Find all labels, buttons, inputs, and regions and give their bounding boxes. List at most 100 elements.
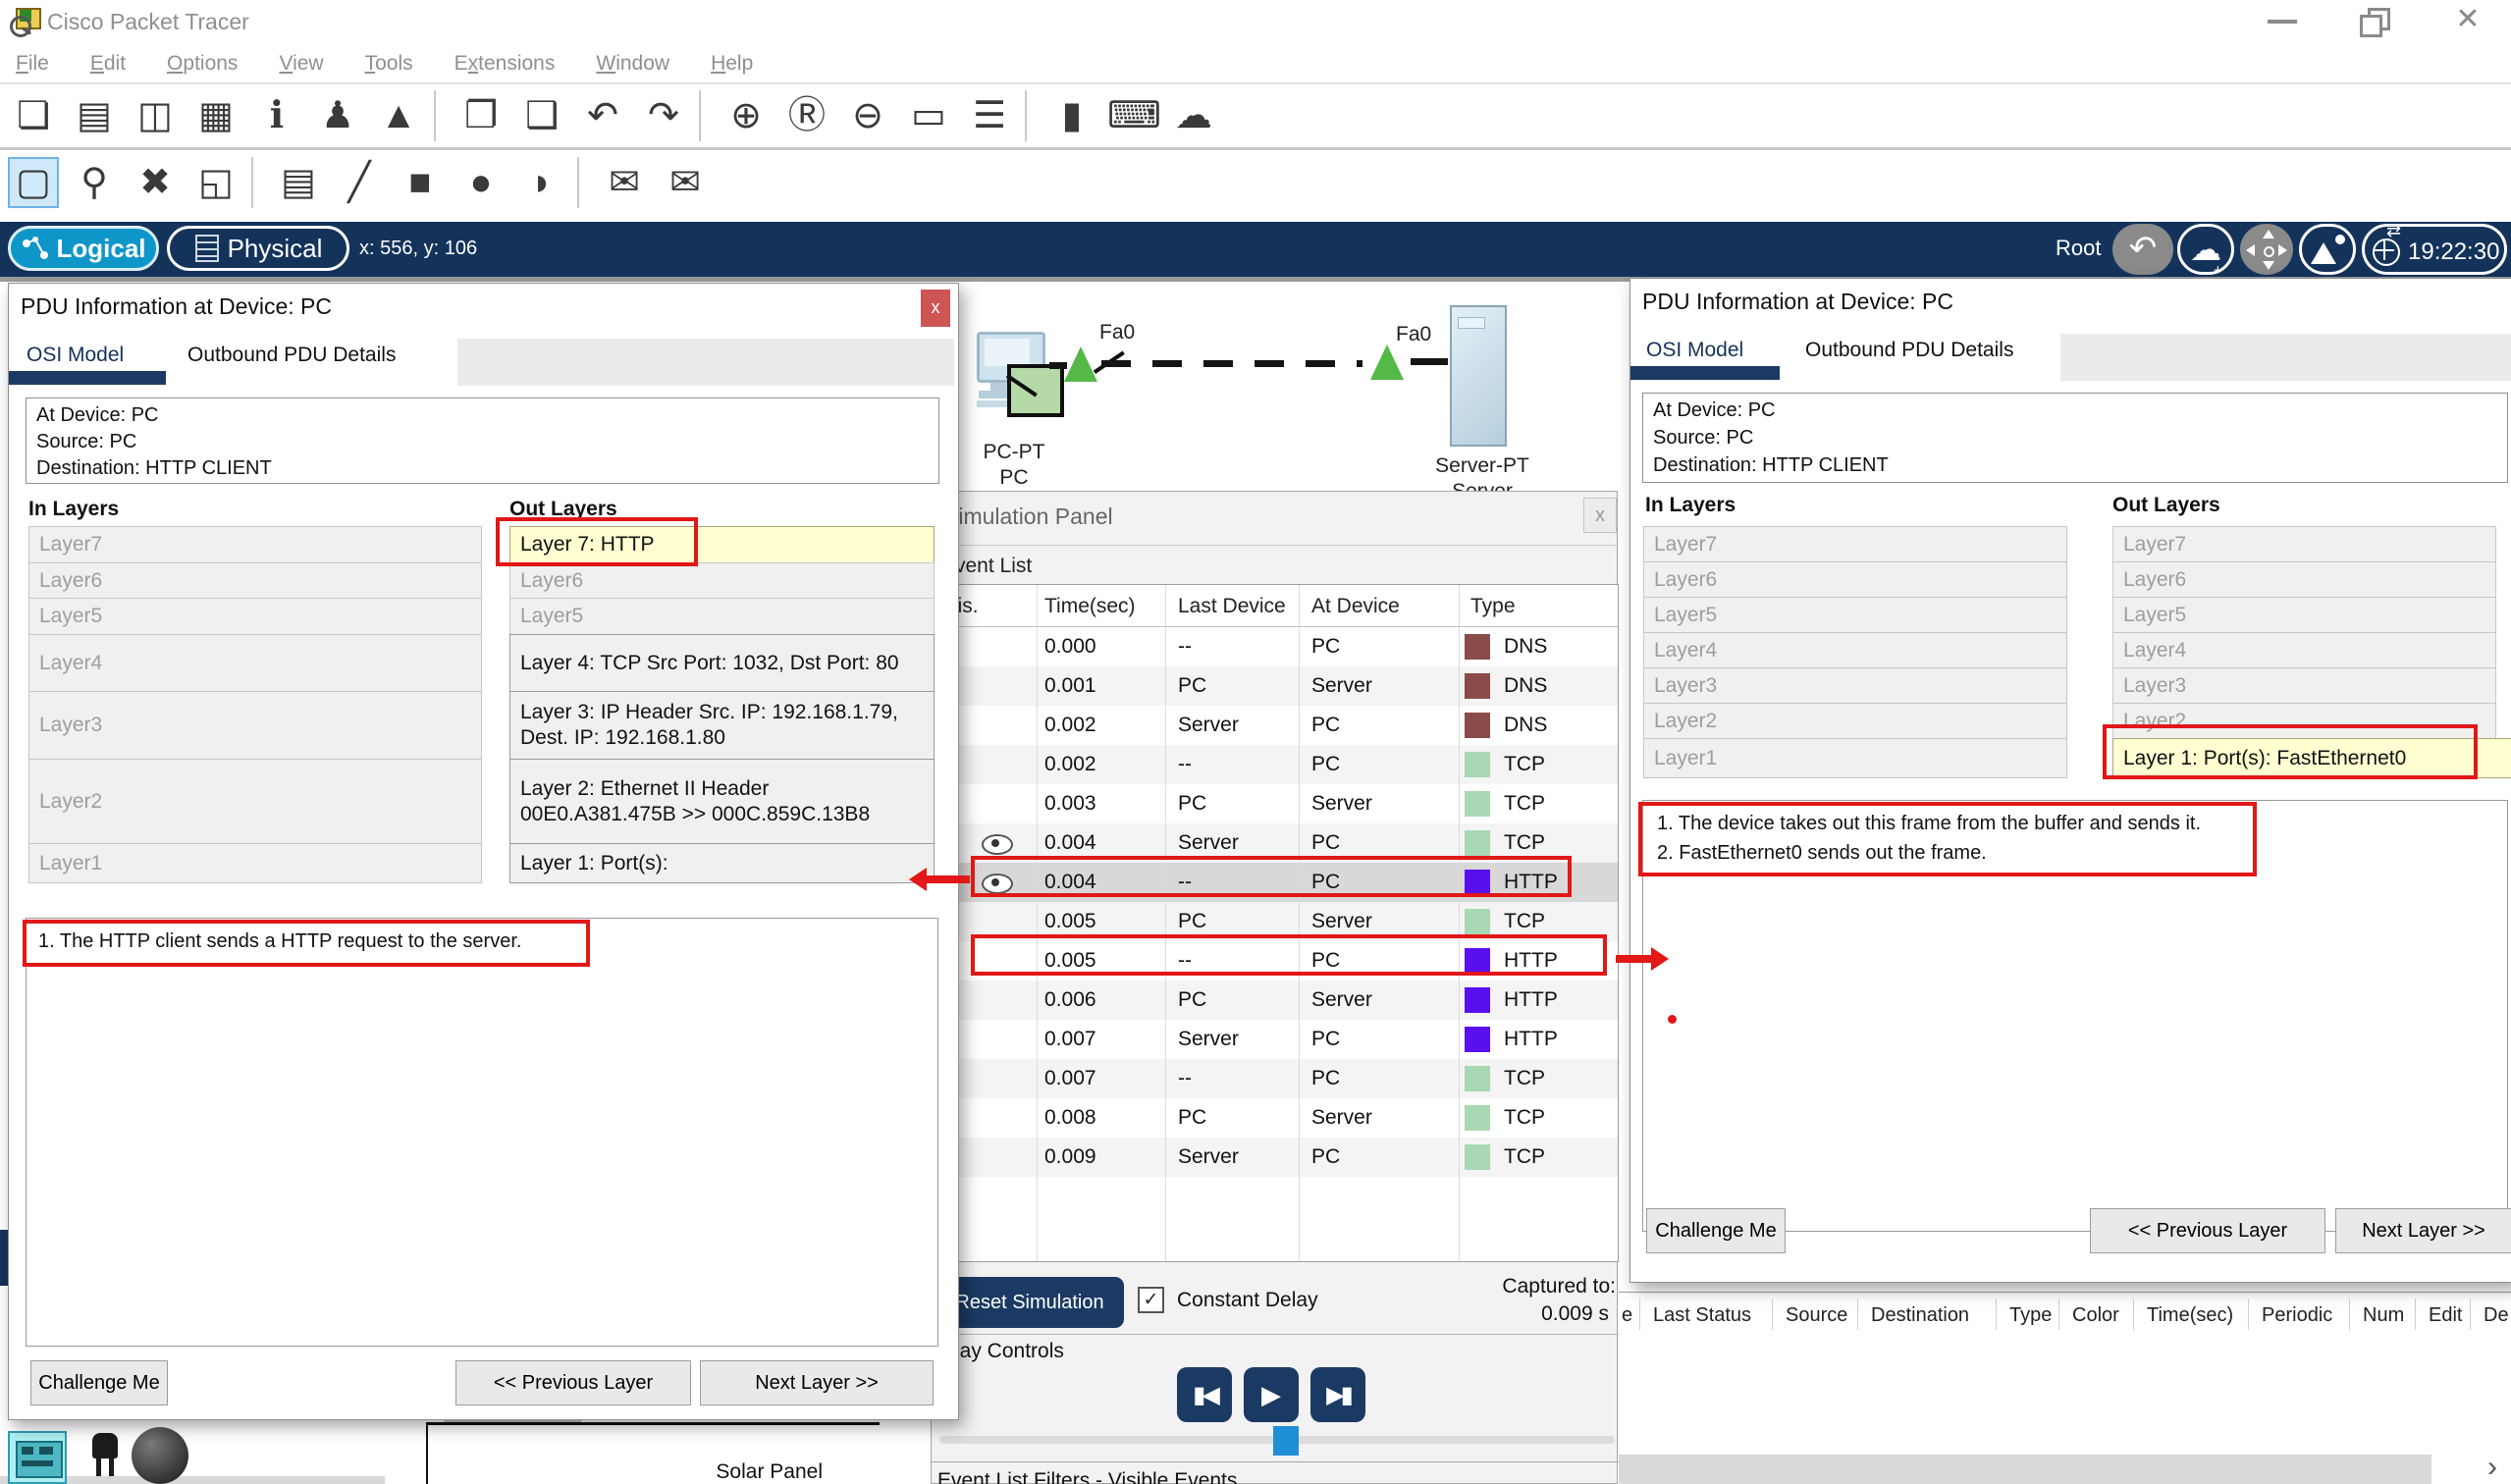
right-out-layer-5[interactable]: Layer5 — [2112, 597, 2496, 633]
menu-edit[interactable]: Edit — [90, 52, 126, 76]
event-row[interactable]: 0.001PCServerDNS — [936, 666, 1618, 706]
paste-icon[interactable]: ❑ — [516, 90, 567, 141]
reset-simulation-button[interactable]: Reset Simulation — [935, 1277, 1124, 1328]
event-row[interactable]: 0.000--PCDNS — [936, 627, 1618, 666]
inspect-tool-icon[interactable]: ⚲ — [69, 157, 120, 208]
left-out-layer-2[interactable]: Layer 2: Ethernet II Header 00E0.A381.47… — [509, 759, 935, 844]
speed-slider-handle[interactable] — [1273, 1426, 1299, 1456]
back-step-button[interactable]: ▮◀ — [1177, 1367, 1232, 1422]
back-button[interactable]: ↶ — [2112, 224, 2173, 275]
open-file-icon[interactable]: ▤ — [69, 90, 120, 141]
new-file-icon[interactable]: ❏ — [8, 90, 59, 141]
right-in-layer-2[interactable]: Layer2 — [1643, 703, 2067, 739]
event-row[interactable]: 0.003PCServerTCP — [936, 784, 1618, 823]
menu-options[interactable]: Options — [167, 52, 238, 76]
tab-outbound-pdu[interactable]: Outbound PDU Details — [1805, 339, 2013, 362]
right-in-layer-6[interactable]: Layer6 — [1643, 561, 2067, 598]
right-out-layer-6[interactable]: Layer6 — [2112, 561, 2496, 598]
custom-device-icon[interactable]: ⌨ — [1107, 90, 1158, 141]
right-in-layer-7[interactable]: Layer7 — [1643, 526, 2067, 562]
right-in-layer-5[interactable]: Layer5 — [1643, 597, 2067, 633]
dialog-close-button[interactable]: x — [921, 290, 950, 327]
tab-osi-model[interactable]: OSI Model — [27, 344, 124, 367]
event-row[interactable]: 0.009ServerPCTCP — [936, 1138, 1618, 1177]
left-out-layer-6[interactable]: Layer6 — [509, 562, 935, 599]
event-row[interactable]: 0.007ServerPCHTTP — [936, 1020, 1618, 1059]
palette-list-icon[interactable]: ☰ — [964, 90, 1015, 141]
menu-help[interactable]: Help — [711, 52, 753, 76]
delete-tool-icon[interactable]: ✖ — [130, 157, 181, 208]
menu-file[interactable]: File — [16, 52, 49, 76]
zoom-in-icon[interactable]: ⊕ — [721, 90, 772, 141]
pan-button[interactable] — [2240, 224, 2293, 275]
info-icon[interactable]: ℹ — [251, 90, 302, 141]
redo-icon[interactable]: ↷ — [638, 90, 689, 141]
left-in-layer-7[interactable]: Layer7 — [28, 526, 482, 563]
left-in-layer-3[interactable]: Layer3 — [28, 691, 482, 760]
scrollbar-right-arrow[interactable]: › — [2474, 1451, 2511, 1484]
zoom-out-icon[interactable]: ⊖ — [842, 90, 893, 141]
right-out-layer-4[interactable]: Layer4 — [2112, 632, 2496, 668]
device-thumb-plug[interactable] — [86, 1433, 124, 1482]
right-out-layer-7[interactable]: Layer7 — [2112, 526, 2496, 562]
device-thumb-sphere[interactable] — [132, 1427, 188, 1484]
left-out-layer-4[interactable]: Layer 4: TCP Src Port: 1032, Dst Port: 8… — [509, 634, 935, 692]
ruler-icon[interactable]: ▮ — [1046, 90, 1097, 141]
minimize-button[interactable] — [2268, 20, 2297, 24]
device-server[interactable] — [1450, 305, 1513, 450]
print-icon[interactable]: ▦ — [190, 90, 241, 141]
realtime-clock[interactable]: ⇄ 19:22:30 — [2362, 224, 2507, 275]
place-note-icon[interactable]: ▤ — [273, 157, 324, 208]
left-in-layer-6[interactable]: Layer6 — [28, 562, 482, 599]
resize-tool-icon[interactable]: ◱ — [190, 157, 241, 208]
copy-icon[interactable]: ❐ — [455, 90, 507, 141]
tab-logical[interactable]: Logical — [8, 226, 159, 271]
draw-ellipse-icon[interactable]: ● — [455, 157, 507, 208]
select-tool-icon[interactable]: ▢ — [8, 157, 59, 208]
visible-eye-icon[interactable] — [982, 834, 1013, 855]
menu-view[interactable]: View — [279, 52, 323, 76]
draw-line-icon[interactable]: ╱ — [334, 157, 385, 208]
event-row[interactable]: 0.002--PCTCP — [936, 745, 1618, 784]
constant-delay-checkbox[interactable]: ✓ — [1138, 1287, 1164, 1313]
intercloud-button[interactable]: ☁+ — [2177, 224, 2234, 275]
challenge-me-button[interactable]: Challenge Me — [1646, 1208, 1786, 1253]
left-out-layer-3[interactable]: Layer 3: IP Header Src. IP: 192.168.1.79… — [509, 691, 935, 760]
pdu-envelope-icon[interactable] — [1007, 364, 1064, 417]
environment-button[interactable] — [2299, 224, 2356, 275]
left-in-layer-2[interactable]: Layer2 — [28, 759, 482, 844]
viewport-icon[interactable]: ▭ — [903, 90, 954, 141]
previous-layer-button[interactable]: << Previous Layer — [455, 1360, 691, 1405]
left-out-layer-5[interactable]: Layer5 — [509, 598, 935, 635]
restore-button[interactable] — [2360, 8, 2387, 33]
left-out-layer-1[interactable]: Layer 1: Port(s): — [509, 843, 935, 883]
add-simple-pdu-icon[interactable]: ✉ — [599, 157, 650, 208]
right-in-layer-3[interactable]: Layer3 — [1643, 667, 2067, 704]
left-in-layer-1[interactable]: Layer1 — [28, 843, 482, 883]
play-button[interactable]: ▶ — [1244, 1367, 1299, 1422]
left-in-layer-5[interactable]: Layer5 — [28, 598, 482, 635]
add-complex-pdu-icon[interactable]: ✉ — [660, 157, 711, 208]
close-button[interactable]: ✕ — [2450, 2, 2485, 37]
zoom-reset-icon[interactable]: Ⓡ — [781, 90, 832, 141]
draw-freeform-icon[interactable]: ◗ — [516, 157, 567, 208]
tab-outbound-pdu[interactable]: Outbound PDU Details — [187, 344, 396, 367]
right-out-layer-3[interactable]: Layer3 — [2112, 667, 2496, 704]
event-row[interactable]: 0.007--PCTCP — [936, 1059, 1618, 1098]
menu-extensions[interactable]: Extensions — [454, 52, 556, 76]
network-description-icon[interactable]: ▲ — [373, 90, 424, 141]
activity-wizard-icon[interactable]: ♟ — [312, 90, 363, 141]
previous-layer-button[interactable]: << Previous Layer — [2090, 1208, 2325, 1253]
horizontal-scrollbar-track[interactable] — [1619, 1455, 2431, 1484]
tab-osi-model[interactable]: OSI Model — [1646, 339, 1743, 362]
event-row[interactable]: 0.006PCServerHTTP — [936, 980, 1618, 1020]
menu-window[interactable]: Window — [596, 52, 669, 76]
left-in-layer-4[interactable]: Layer4 — [28, 634, 482, 692]
challenge-me-button[interactable]: Challenge Me — [30, 1360, 168, 1405]
forward-step-button[interactable]: ▶▮ — [1310, 1367, 1365, 1422]
tab-physical[interactable]: Physical — [167, 226, 349, 271]
next-layer-button[interactable]: Next Layer >> — [700, 1360, 934, 1405]
event-row[interactable]: 0.008PCServerTCP — [936, 1098, 1618, 1138]
save-icon[interactable]: ◫ — [130, 90, 181, 141]
next-layer-button[interactable]: Next Layer >> — [2335, 1208, 2511, 1253]
